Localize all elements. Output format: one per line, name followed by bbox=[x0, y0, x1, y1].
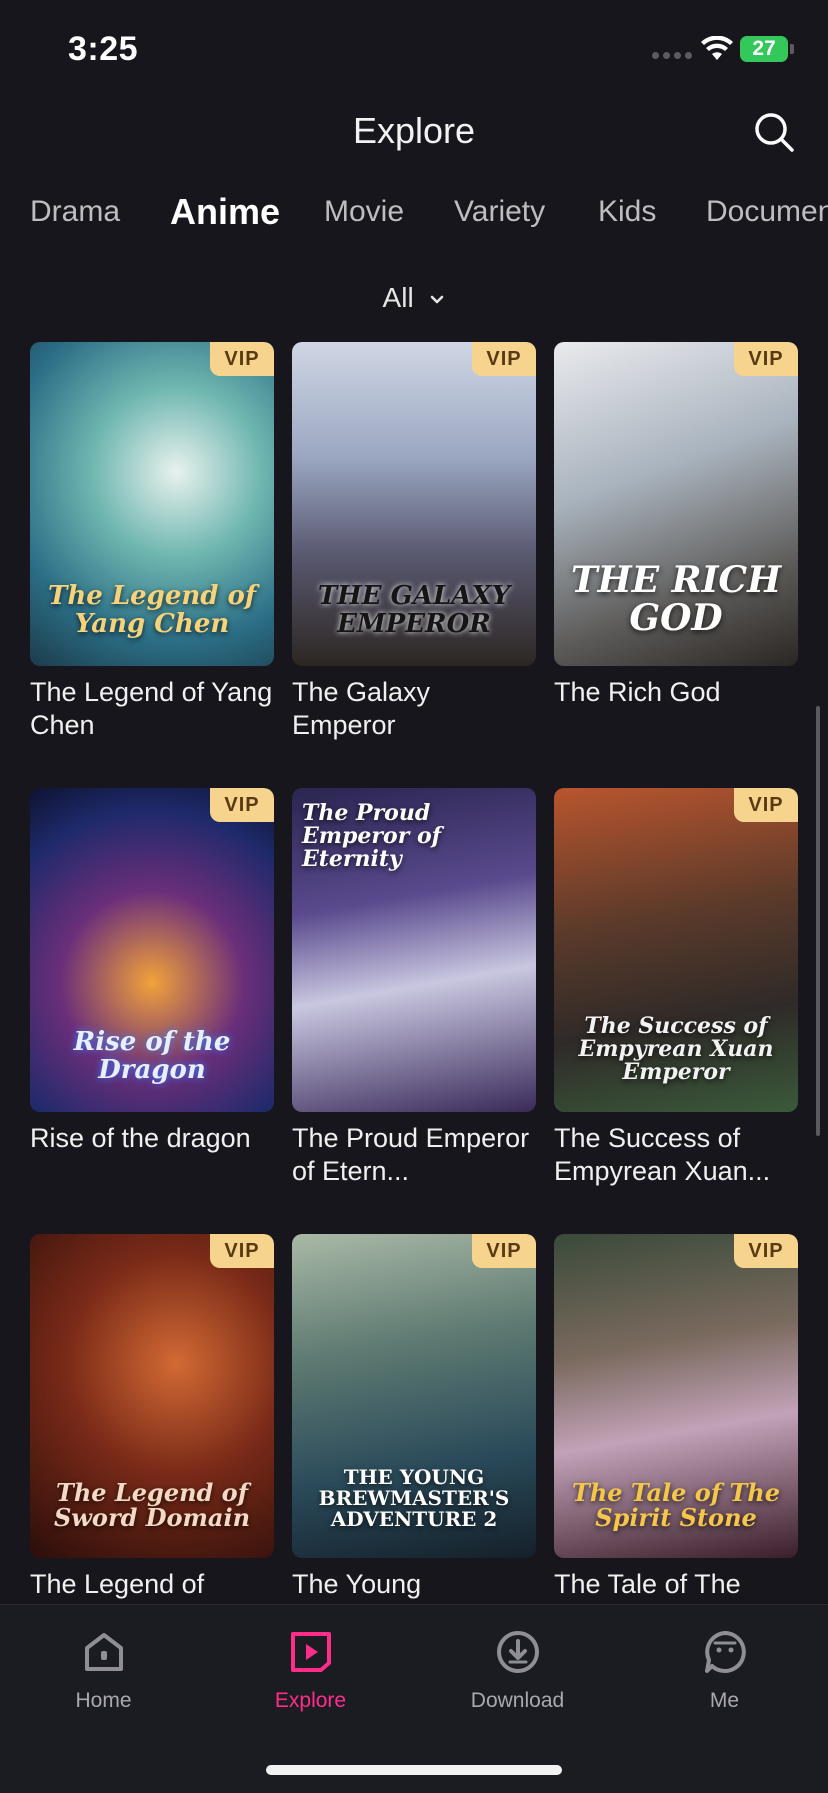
poster-title-art: Rise of the Dragon bbox=[73, 1027, 231, 1085]
wifi-icon bbox=[701, 36, 733, 60]
card-title[interactable]: The Galaxy Emperor bbox=[292, 676, 536, 742]
tab-anime[interactable]: Anime bbox=[170, 195, 280, 233]
home-indicator bbox=[266, 1765, 562, 1775]
card-title[interactable]: The Success of Empyrean Xuan... bbox=[554, 1122, 798, 1188]
home-icon bbox=[85, 1633, 123, 1671]
poster-image[interactable]: The Legend of Sword Domain VIP bbox=[30, 1234, 274, 1558]
cellular-signal-icon bbox=[652, 52, 692, 59]
content-card[interactable]: THE YOUNG BREWMASTER'S ADVENTURE 2 VIP T… bbox=[292, 1234, 536, 1601]
poster-image[interactable]: The Success of Empyrean Xuan Emperor VIP bbox=[554, 788, 798, 1112]
content-card[interactable]: Rise of the Dragon VIP Rise of the drago… bbox=[30, 788, 274, 1155]
content-card[interactable]: THE GALAXY EMPEROR VIP The Galaxy Empero… bbox=[292, 342, 536, 742]
poster-image[interactable]: Rise of the Dragon VIP bbox=[30, 788, 274, 1112]
nav-explore-label: Explore bbox=[274, 1689, 347, 1712]
content-card[interactable]: THE RICH GOD VIP The Rich God bbox=[554, 342, 798, 709]
card-title[interactable]: The Proud Emperor of Etern... bbox=[292, 1122, 536, 1188]
poster-image[interactable]: The Proud Emperor of Eternity bbox=[292, 788, 536, 1112]
search-icon[interactable] bbox=[752, 110, 796, 154]
content-grid: The Legend of Yang Chen VIP The Legend o… bbox=[30, 342, 798, 1602]
poster-title-art: The Proud Emperor of Eternity bbox=[302, 800, 442, 873]
tab-drama[interactable]: Drama bbox=[30, 195, 120, 229]
battery-icon: 27 bbox=[740, 36, 788, 62]
poster-title-art: The Legend of Yang Chen bbox=[47, 581, 257, 639]
content-card[interactable]: The Success of Empyrean Xuan Emperor VIP… bbox=[554, 788, 798, 1188]
tab-variety[interactable]: Variety bbox=[454, 195, 545, 229]
download-icon bbox=[497, 1631, 539, 1673]
scrollbar[interactable] bbox=[816, 706, 820, 1136]
vip-badge: VIP bbox=[472, 342, 536, 376]
filter-dropdown[interactable]: All bbox=[0, 282, 828, 314]
content-card[interactable]: The Tale of The Spirit Stone VIP The Tal… bbox=[554, 1234, 798, 1601]
vip-badge: VIP bbox=[472, 1234, 536, 1268]
poster-title-art: THE GALAXY EMPEROR bbox=[317, 581, 511, 639]
status-bar: 3:25 27 bbox=[0, 0, 828, 100]
status-time: 3:25 bbox=[68, 30, 139, 68]
card-title[interactable]: The Legend of Yang Chen bbox=[30, 676, 274, 742]
card-title[interactable]: The Tale of The bbox=[554, 1568, 798, 1601]
poster-title-art: THE YOUNG BREWMASTER'S ADVENTURE 2 bbox=[318, 1465, 510, 1531]
vip-badge: VIP bbox=[210, 1234, 274, 1268]
me-icon bbox=[705, 1631, 746, 1673]
content-card[interactable]: The Proud Emperor of Eternity The Proud … bbox=[292, 788, 536, 1188]
tab-documentary[interactable]: Documentary bbox=[706, 195, 828, 229]
poster-image[interactable]: The Tale of The Spirit Stone VIP bbox=[554, 1234, 798, 1558]
explore-icon bbox=[291, 1632, 331, 1672]
tab-kids[interactable]: Kids bbox=[598, 195, 656, 229]
poster-title-art: THE RICH GOD bbox=[570, 559, 782, 640]
poster-image[interactable]: The Legend of Yang Chen VIP bbox=[30, 342, 274, 666]
nav-home-label: Home bbox=[75, 1689, 132, 1712]
nav-download-label: Download bbox=[470, 1689, 565, 1712]
vip-badge: VIP bbox=[210, 342, 274, 376]
poster-image[interactable]: THE YOUNG BREWMASTER'S ADVENTURE 2 VIP bbox=[292, 1234, 536, 1558]
vip-badge: VIP bbox=[734, 1234, 798, 1268]
card-title[interactable]: The Rich God bbox=[554, 676, 798, 709]
poster-title-art: The Success of Empyrean Xuan Emperor bbox=[578, 1012, 774, 1085]
poster-image[interactable]: THE RICH GOD VIP bbox=[554, 342, 798, 666]
card-title[interactable]: Rise of the dragon bbox=[30, 1122, 274, 1155]
filter-label: All bbox=[382, 282, 414, 313]
chevron-down-icon bbox=[431, 295, 444, 303]
content-card[interactable]: The Legend of Sword Domain VIP The Legen… bbox=[30, 1234, 274, 1601]
category-tabs: Drama Anime Movie Variety Kids Documenta… bbox=[0, 195, 828, 245]
vip-badge: VIP bbox=[734, 342, 798, 376]
vip-badge: VIP bbox=[210, 788, 274, 822]
content-card[interactable]: The Legend of Yang Chen VIP The Legend o… bbox=[30, 342, 274, 742]
page-title: Explore bbox=[352, 110, 476, 151]
battery-tip bbox=[790, 44, 794, 54]
poster-image[interactable]: THE GALAXY EMPEROR VIP bbox=[292, 342, 536, 666]
card-title[interactable]: The Legend of bbox=[30, 1568, 274, 1601]
poster-title-art: The Tale of The Spirit Stone bbox=[571, 1477, 781, 1532]
tab-movie[interactable]: Movie bbox=[324, 195, 404, 229]
vip-badge: VIP bbox=[734, 788, 798, 822]
nav-me-label: Me bbox=[709, 1689, 740, 1712]
poster-title-art: The Legend of Sword Domain bbox=[53, 1477, 251, 1532]
card-title[interactable]: The Young bbox=[292, 1568, 536, 1601]
